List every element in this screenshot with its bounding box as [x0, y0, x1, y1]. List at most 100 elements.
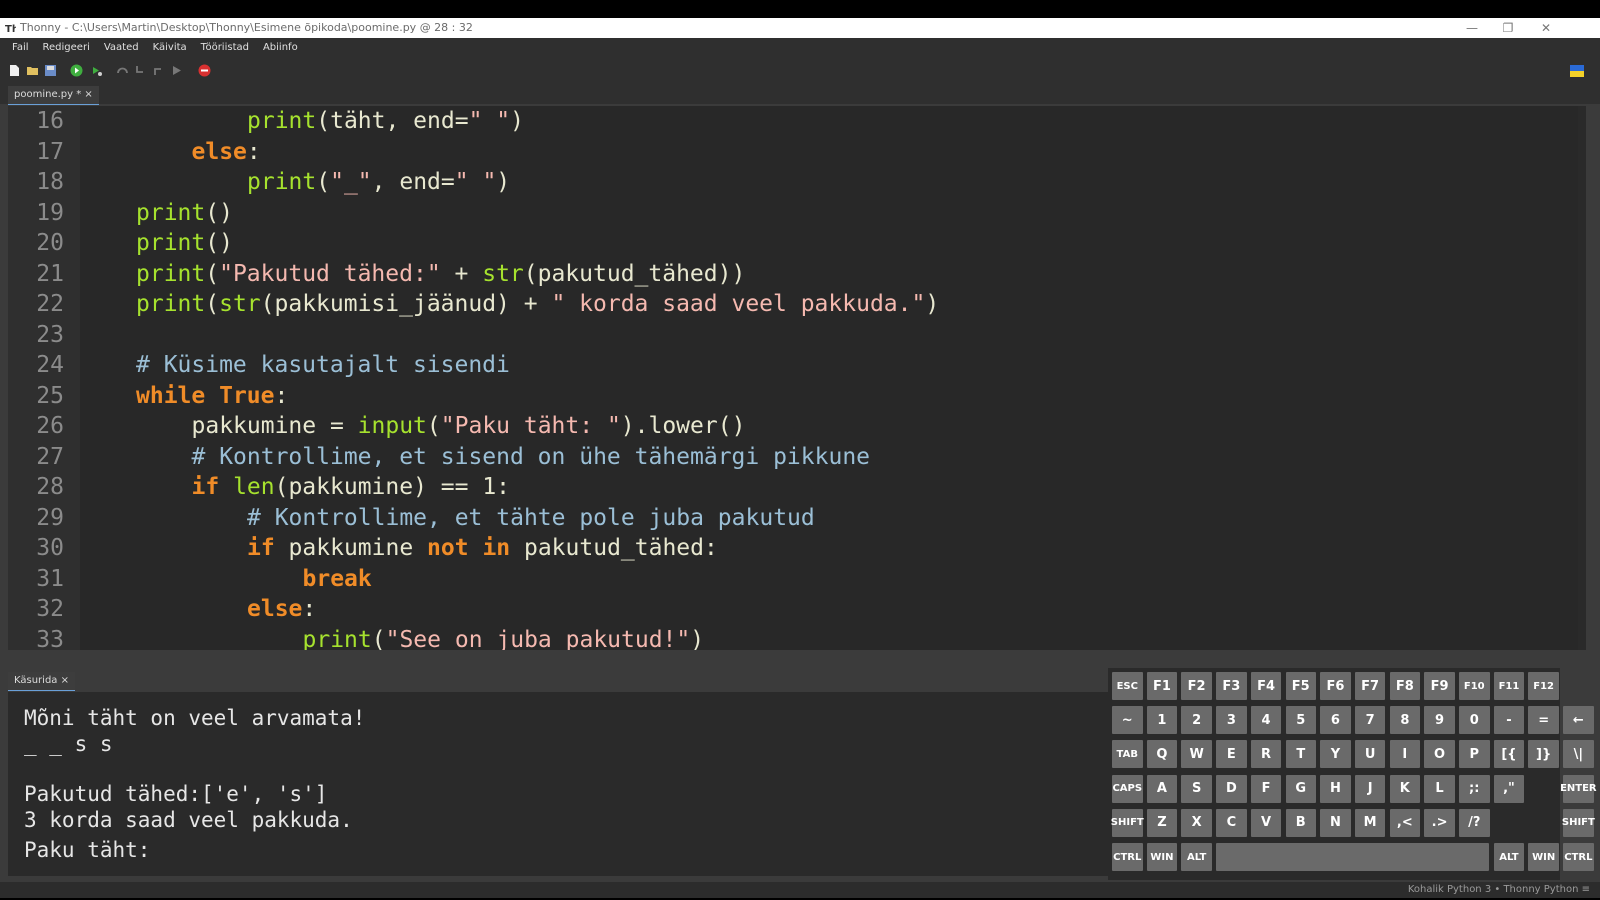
key[interactable]: 5 — [1285, 706, 1316, 735]
step-into-icon[interactable] — [134, 64, 147, 77]
key[interactable]: F12 — [1528, 672, 1559, 700]
key[interactable]: ← — [1563, 706, 1594, 735]
key[interactable]: F — [1250, 774, 1282, 803]
key[interactable]: 6 — [1320, 706, 1351, 735]
key[interactable]: WIN — [1528, 843, 1559, 871]
key[interactable]: X — [1181, 808, 1212, 837]
key[interactable]: CTRL — [1563, 843, 1594, 871]
key[interactable]: F10 — [1459, 672, 1490, 700]
menu-item[interactable]: Abiinfo — [256, 38, 305, 58]
key[interactable]: T — [1285, 740, 1316, 769]
key[interactable]: .> — [1424, 808, 1455, 837]
key[interactable]: ALT — [1493, 843, 1525, 871]
key[interactable]: Y — [1320, 740, 1351, 769]
key[interactable]: P — [1459, 740, 1490, 769]
menu-item[interactable]: Redigeeri — [36, 38, 97, 58]
key[interactable]: [{ — [1493, 740, 1525, 769]
key[interactable]: ]} — [1528, 740, 1559, 769]
key[interactable]: TAB — [1112, 740, 1143, 769]
key[interactable]: F6 — [1320, 672, 1351, 700]
key[interactable]: - — [1493, 706, 1525, 735]
key[interactable]: M — [1354, 808, 1386, 837]
key[interactable]: F3 — [1216, 672, 1247, 700]
key[interactable]: I — [1389, 740, 1421, 769]
key[interactable]: O — [1424, 740, 1455, 769]
editor-scrollbar[interactable] — [1578, 106, 1586, 650]
key[interactable]: Z — [1146, 808, 1178, 837]
key[interactable]: F8 — [1389, 672, 1421, 700]
key[interactable]: D — [1216, 774, 1247, 803]
close-window-button[interactable]: ✕ — [1528, 18, 1564, 38]
menu-item[interactable]: Fail — [0, 38, 36, 58]
key[interactable]: 8 — [1389, 706, 1421, 735]
key[interactable]: E — [1216, 740, 1247, 769]
key[interactable]: S — [1181, 774, 1212, 803]
stop-icon[interactable] — [198, 64, 211, 77]
key[interactable]: W — [1181, 740, 1212, 769]
key[interactable]: F4 — [1250, 672, 1282, 700]
key[interactable]: F7 — [1354, 672, 1386, 700]
key[interactable]: 3 — [1216, 706, 1247, 735]
key[interactable]: F2 — [1181, 672, 1212, 700]
key[interactable]: N — [1320, 808, 1351, 837]
run-icon[interactable] — [70, 64, 83, 77]
key[interactable]: F1 — [1146, 672, 1178, 700]
interpreter-status[interactable]: Kohalik Python 3 • Thonny Python ≡ — [1408, 882, 1590, 898]
key[interactable]: 7 — [1354, 706, 1386, 735]
key[interactable]: ~ — [1112, 706, 1143, 735]
key[interactable]: 9 — [1424, 706, 1455, 735]
tab-poomine-py[interactable]: poomine.py * × — [8, 86, 99, 105]
key[interactable]: C — [1216, 808, 1247, 837]
key[interactable]: ENTER — [1560, 774, 1597, 803]
space-key[interactable] — [1216, 843, 1490, 871]
key[interactable]: F11 — [1493, 672, 1525, 700]
minimize-button[interactable]: — — [1454, 18, 1490, 38]
key[interactable]: B — [1285, 808, 1316, 837]
resume-icon[interactable] — [170, 64, 183, 77]
key[interactable]: F9 — [1424, 672, 1455, 700]
key[interactable]: SHIFT — [1562, 808, 1595, 837]
key[interactable]: ESC — [1112, 672, 1143, 700]
key[interactable]: ;: — [1459, 774, 1490, 803]
code-editor[interactable]: 16 print(täht, end=" ") 17 else: 18 print("_"… — [8, 106, 1586, 650]
step-over-icon[interactable] — [116, 64, 129, 77]
key[interactable]: ,< — [1389, 808, 1421, 837]
key[interactable]: J — [1354, 774, 1386, 803]
key[interactable]: SHIFT — [1111, 808, 1144, 837]
key[interactable]: 1 — [1146, 706, 1178, 735]
key[interactable]: V — [1250, 808, 1282, 837]
menu-item[interactable]: Tööriistad — [194, 38, 256, 58]
key[interactable]: /? — [1459, 808, 1490, 837]
menu-item[interactable]: Käivita — [146, 38, 194, 58]
key[interactable]: A — [1146, 774, 1178, 803]
key[interactable]: 2 — [1181, 706, 1212, 735]
key[interactable]: \| — [1563, 740, 1594, 769]
key[interactable]: CAPS — [1112, 774, 1143, 803]
key[interactable]: Q — [1146, 740, 1178, 769]
code-token: if — [191, 474, 220, 500]
tab-shell[interactable]: Käsurida × — [8, 672, 75, 691]
save-file-icon[interactable] — [44, 64, 57, 77]
maximize-button[interactable]: ❐ — [1490, 18, 1526, 38]
key[interactable]: H — [1320, 774, 1351, 803]
key[interactable]: WIN — [1146, 843, 1178, 871]
debug-icon[interactable] — [90, 64, 103, 77]
step-out-icon[interactable] — [152, 64, 165, 77]
code-token: "Pakutud tähed:" — [219, 260, 441, 287]
key[interactable]: K — [1389, 774, 1421, 803]
open-file-icon[interactable] — [26, 64, 39, 77]
key[interactable]: F5 — [1285, 672, 1316, 700]
key[interactable]: ," — [1493, 774, 1525, 803]
key[interactable]: G — [1285, 774, 1316, 803]
key[interactable]: 0 — [1459, 706, 1490, 735]
new-file-icon[interactable] — [8, 64, 21, 77]
key[interactable]: CTRL — [1112, 843, 1143, 871]
key[interactable]: L — [1424, 774, 1455, 803]
key[interactable]: 4 — [1250, 706, 1282, 735]
key[interactable]: U — [1354, 740, 1386, 769]
shell-panel[interactable]: Mõni täht on veel arvamata! _ _ s s Pakutu… — [8, 692, 1114, 876]
menu-item[interactable]: Vaated — [97, 38, 146, 58]
key[interactable]: = — [1528, 706, 1559, 735]
key[interactable]: ALT — [1181, 843, 1212, 871]
key[interactable]: R — [1250, 740, 1282, 769]
